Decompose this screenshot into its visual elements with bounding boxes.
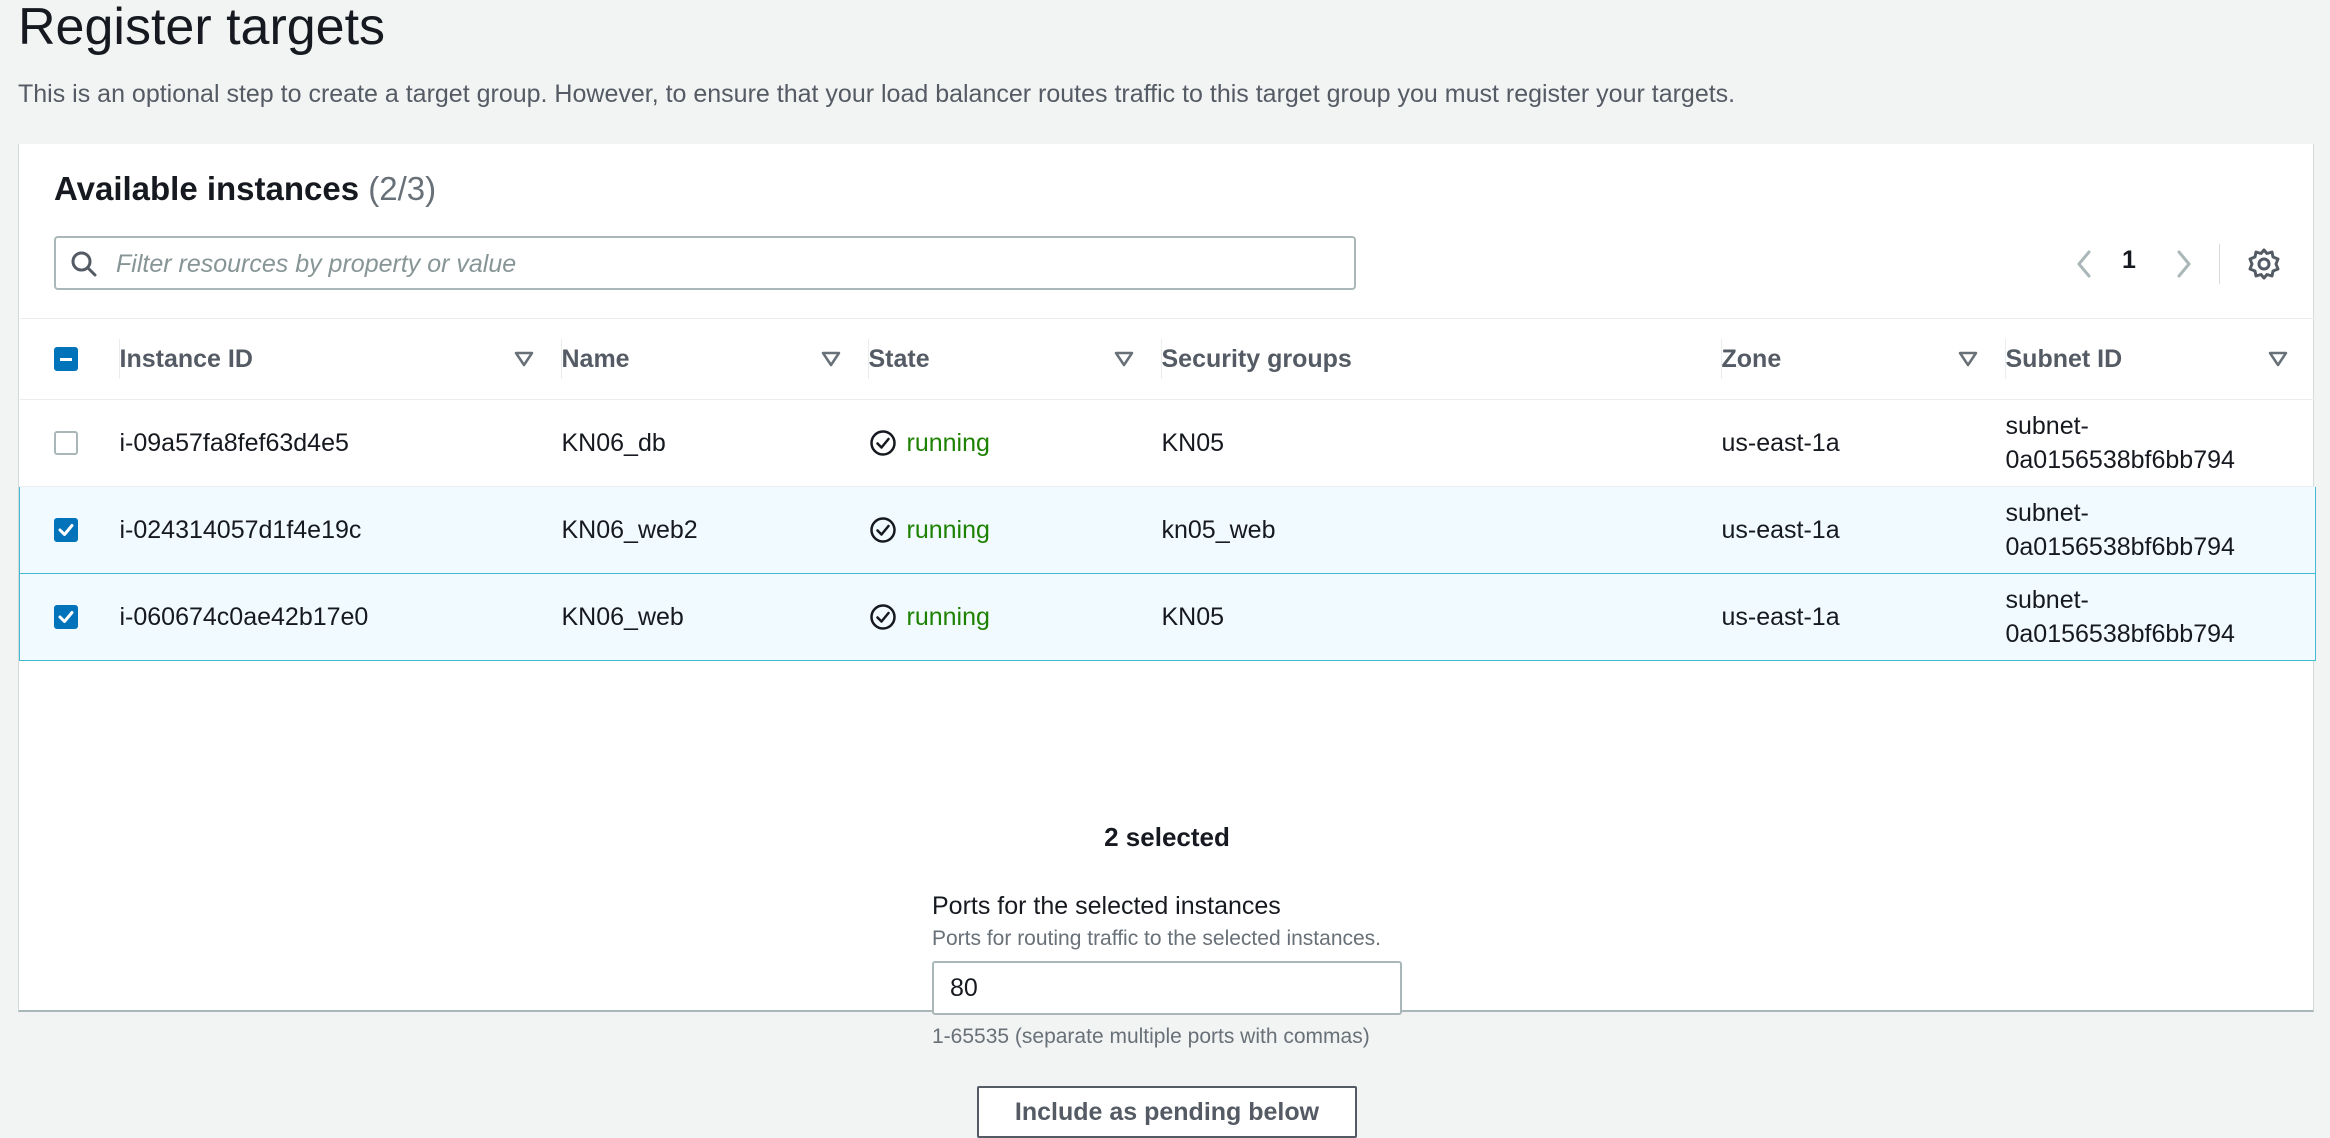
row-select-cell	[19, 399, 120, 487]
chevron-right-icon[interactable]	[2169, 244, 2199, 284]
column-header-security-groups: Security groups	[1161, 318, 1722, 400]
security-groups-cell: kn05_web	[1161, 486, 1722, 574]
column-label: Security groups	[1161, 344, 1352, 373]
subnet-id-line1: subnet-	[2005, 586, 2089, 614]
instance-id-cell: i-09a57fa8fef63d4e5	[119, 399, 562, 487]
panel-title: Available instances (2/3)	[54, 170, 436, 208]
column-header-subnet-id[interactable]: Subnet ID	[2005, 318, 2316, 400]
checkmark-icon	[58, 524, 74, 536]
checkmark-icon	[58, 611, 74, 623]
check-circle-icon	[869, 604, 896, 630]
column-label: Name	[561, 344, 630, 373]
instance-id-cell: i-024314057d1f4e19c	[119, 486, 562, 574]
name-cell: KN06_web2	[561, 486, 869, 574]
state-cell: running	[868, 573, 1162, 661]
subnet-id-line2: 0a0156538bf6bb794	[2005, 533, 2235, 561]
state-cell: running	[868, 486, 1162, 574]
subnet-id-line1: subnet-	[2005, 499, 2089, 527]
selected-count-badge: (2/3)	[368, 170, 437, 207]
table-row[interactable]: i-060674c0ae42b17e0 KN06_web running KN0…	[19, 573, 2316, 661]
include-as-pending-button[interactable]: Include as pending below	[977, 1086, 1357, 1138]
column-header-zone[interactable]: Zone	[1721, 318, 2006, 400]
name-cell: KN06_web	[561, 573, 869, 661]
ports-label: Ports for the selected instances	[932, 892, 1281, 920]
sort-caret-icon	[1958, 351, 1977, 367]
column-label: Subnet ID	[2005, 344, 2123, 373]
name-cell: KN06_db	[561, 399, 869, 487]
search-box[interactable]	[54, 236, 1356, 290]
zone-cell: us-east-1a	[1721, 486, 2006, 574]
sort-caret-icon	[821, 351, 840, 367]
column-header-state[interactable]: State	[868, 318, 1162, 400]
security-groups-cell: KN05	[1161, 399, 1722, 487]
check-circle-icon	[869, 517, 896, 543]
available-instances-panel: Available instances (2/3) 1	[18, 144, 2316, 1138]
column-label: Instance ID	[119, 344, 253, 373]
subnet-id-line1: subnet-	[2005, 412, 2089, 440]
subnet-id-cell: subnet- 0a0156538bf6bb794	[2005, 486, 2316, 574]
instances-table: Instance ID Name State Security groups Z…	[19, 318, 2316, 661]
row-checkbox[interactable]	[54, 518, 78, 542]
zone-cell: us-east-1a	[1721, 399, 2006, 487]
selected-count-text: 2 selected	[1104, 822, 1230, 852]
search-input[interactable]	[114, 246, 1338, 282]
column-label: Zone	[1721, 344, 1782, 373]
table-header-row: Instance ID Name State Security groups Z…	[19, 318, 2316, 400]
subnet-id-cell: subnet- 0a0156538bf6bb794	[2005, 399, 2316, 487]
column-header-instance-id[interactable]: Instance ID	[119, 318, 562, 400]
check-circle-icon	[869, 430, 896, 456]
state-label: running	[906, 515, 990, 544]
row-select-cell	[19, 573, 120, 661]
page-title: Register targets	[18, 0, 386, 56]
page-number-button[interactable]: 1	[2122, 246, 2136, 275]
state-label: running	[906, 428, 990, 457]
table-row[interactable]: i-024314057d1f4e19c KN06_web2 running kn…	[19, 486, 2316, 574]
select-all-cell	[19, 318, 120, 400]
select-all-checkbox[interactable]	[53, 347, 78, 371]
page-description: This is an optional step to create a tar…	[18, 80, 1736, 108]
subnet-id-cell: subnet- 0a0156538bf6bb794	[2005, 573, 2316, 661]
subnet-id-line2: 0a0156538bf6bb794	[2005, 620, 2235, 648]
sort-caret-icon	[514, 351, 533, 367]
instance-id-cell: i-060674c0ae42b17e0	[119, 573, 562, 661]
pager-divider	[2219, 244, 2220, 284]
panel-title-text: Available instances	[54, 170, 360, 207]
search-icon	[71, 251, 97, 277]
state-label: running	[906, 602, 990, 631]
ports-input[interactable]	[932, 961, 1402, 1015]
zone-cell: us-east-1a	[1721, 573, 2006, 661]
chevron-left-icon[interactable]	[2069, 244, 2099, 284]
sort-caret-icon	[1114, 351, 1133, 367]
sort-caret-icon	[2268, 351, 2287, 367]
column-header-name[interactable]: Name	[561, 318, 869, 400]
column-label: State	[868, 344, 930, 373]
row-checkbox[interactable]	[53, 431, 78, 455]
ports-hint: 1-65535 (separate multiple ports with co…	[932, 1025, 1370, 1048]
ports-description: Ports for routing traffic to the selecte…	[932, 927, 1382, 950]
table-row[interactable]: i-09a57fa8fef63d4e5 KN06_db running KN05…	[19, 399, 2316, 487]
row-checkbox[interactable]	[54, 605, 78, 629]
subnet-id-line2: 0a0156538bf6bb794	[2005, 446, 2235, 474]
row-select-cell	[19, 486, 120, 574]
security-groups-cell: KN05	[1161, 573, 1722, 661]
gear-icon[interactable]	[2246, 246, 2282, 282]
state-cell: running	[868, 399, 1162, 487]
